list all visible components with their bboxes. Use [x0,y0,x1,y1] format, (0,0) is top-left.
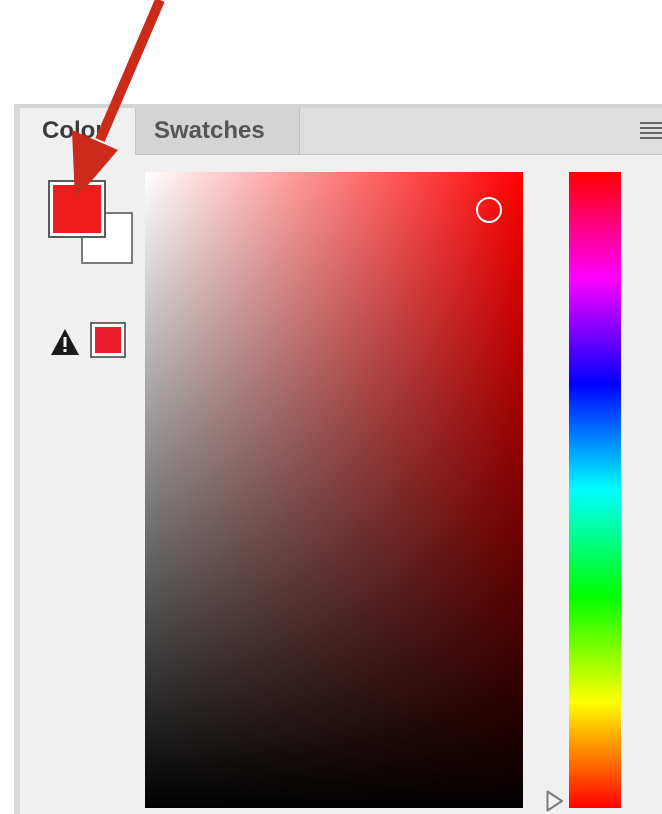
color-picker-cursor[interactable] [475,197,502,224]
fill-color-swatch[interactable] [48,180,106,238]
hamburger-menu-icon[interactable] [640,122,662,140]
tab-color[interactable]: Color [20,108,136,155]
brightness-gradient [145,172,523,808]
warning-triangle-icon[interactable] [50,328,80,356]
fill-color-chip [53,185,101,233]
gamut-correction-chip [95,327,121,353]
triangle-right-icon[interactable] [546,790,564,812]
screenshot-stage: Color Swatches [0,0,662,814]
tab-swatches[interactable]: Swatches [136,108,300,154]
gamut-correction-swatch[interactable] [90,322,126,358]
saturation-brightness-field[interactable] [145,172,523,808]
color-panel: Color Swatches [14,104,662,814]
panel-tab-bar: Color Swatches [20,108,662,155]
hue-slider[interactable] [569,172,621,808]
